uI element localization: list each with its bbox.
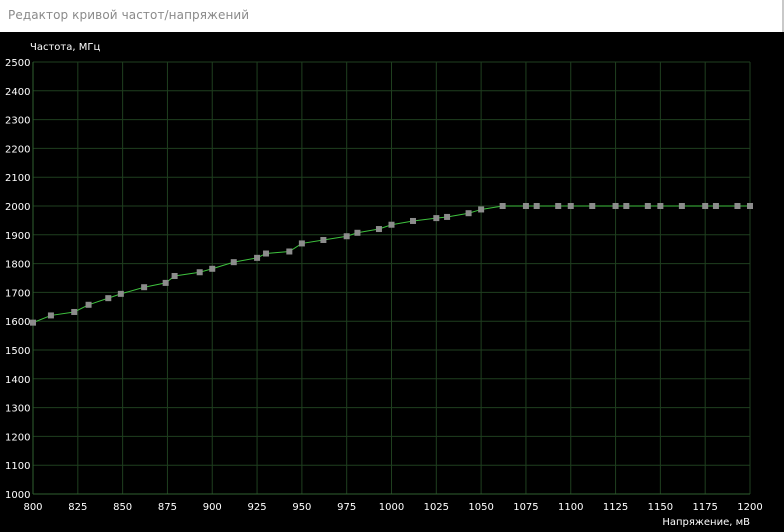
x-tick-label: 825 xyxy=(68,502,87,513)
y-tick-label: 2300 xyxy=(5,116,30,127)
curve-point[interactable] xyxy=(747,203,753,209)
x-tick-label: 850 xyxy=(113,502,132,513)
curve-point[interactable] xyxy=(734,203,741,209)
curve-point[interactable] xyxy=(555,203,562,209)
window-title: Редактор кривой частот/напряжений xyxy=(8,8,250,22)
x-tick-label: 925 xyxy=(248,502,267,513)
x-tick-label: 1075 xyxy=(513,502,538,513)
curve-point[interactable] xyxy=(589,203,596,209)
x-tick-label: 1150 xyxy=(648,502,673,513)
y-tick-label: 1000 xyxy=(5,490,30,501)
curve-point[interactable] xyxy=(478,206,485,213)
curve-point[interactable] xyxy=(320,236,327,243)
curve-point[interactable] xyxy=(105,295,112,302)
y-tick-label: 2500 xyxy=(5,58,30,69)
curve-point[interactable] xyxy=(71,308,78,315)
curve-point[interactable] xyxy=(209,265,216,272)
curve-point[interactable] xyxy=(47,312,54,319)
vf-curve-editor[interactable]: 1000 1100 1200 1300 1400 1500 1600 1700 1800 1900… xyxy=(0,32,784,528)
curve-point[interactable] xyxy=(298,240,305,247)
curve-point[interactable] xyxy=(117,290,124,297)
x-axis-label: Напряжение, мВ xyxy=(662,517,750,528)
curve-point[interactable] xyxy=(354,229,361,236)
y-tick-label: 2200 xyxy=(5,144,30,155)
y-tick-label: 2000 xyxy=(5,202,30,213)
y-tick-labels: 1000 1100 1200 1300 1400 1500 1600 1700 1800 1900… xyxy=(5,58,30,501)
curve-point[interactable] xyxy=(196,269,203,276)
x-tick-label: 900 xyxy=(203,502,222,513)
x-tick-label: 1025 xyxy=(424,502,449,513)
curve-point[interactable] xyxy=(343,233,350,240)
y-tick-label: 2400 xyxy=(5,87,30,98)
x-tick-label: 875 xyxy=(158,502,177,513)
curve-point[interactable] xyxy=(499,203,506,209)
curve-point[interactable] xyxy=(657,203,664,209)
grid-lines xyxy=(32,61,751,495)
curve-point[interactable] xyxy=(286,248,293,255)
curve-point[interactable] xyxy=(254,254,261,261)
curve-point[interactable] xyxy=(712,203,719,209)
y-tick-label: 2100 xyxy=(5,173,30,184)
x-tick-label: 975 xyxy=(337,502,356,513)
curve-point[interactable] xyxy=(30,319,36,326)
window-titlebar[interactable]: Редактор кривой частот/напряжений xyxy=(0,0,784,32)
y-tick-label: 1400 xyxy=(5,375,30,386)
curve-point[interactable] xyxy=(678,203,685,209)
y-tick-label: 1800 xyxy=(5,260,30,271)
y-tick-label: 1700 xyxy=(5,288,30,299)
y-tick-label: 1300 xyxy=(5,404,30,415)
x-tick-label: 1000 xyxy=(379,502,404,513)
curve-point[interactable] xyxy=(162,279,169,286)
x-tick-label: 1175 xyxy=(692,502,717,513)
y-tick-label: 1100 xyxy=(5,461,30,472)
curve-point[interactable] xyxy=(465,210,472,217)
y-tick-label: 1900 xyxy=(5,231,30,242)
curve-point[interactable] xyxy=(230,259,237,266)
curve-point[interactable] xyxy=(444,213,451,220)
x-tick-label: 1100 xyxy=(558,502,583,513)
curve-point[interactable] xyxy=(375,226,382,233)
curve-point[interactable] xyxy=(533,203,540,209)
x-tick-labels: 800 825 850 875 900 925 950 975 1000 1025 1050 1075… xyxy=(23,502,762,513)
x-tick-label: 1125 xyxy=(603,502,628,513)
curve-point[interactable] xyxy=(171,272,178,279)
curve-point[interactable] xyxy=(433,215,440,222)
curve-point[interactable] xyxy=(388,221,395,228)
curve-point[interactable] xyxy=(141,284,148,291)
y-tick-label: 1600 xyxy=(5,317,30,328)
curve-point[interactable] xyxy=(85,301,92,308)
vf-curve-chart[interactable]: 1000 1100 1200 1300 1400 1500 1600 1700 1800 1900… xyxy=(0,32,784,528)
curve-point[interactable] xyxy=(644,203,651,209)
y-tick-label: 1500 xyxy=(5,346,30,357)
curve-point[interactable] xyxy=(623,203,630,209)
curve-point[interactable] xyxy=(567,203,574,209)
curve-point[interactable] xyxy=(612,203,619,209)
curve-point[interactable] xyxy=(410,217,417,224)
y-axis-label: Частота, МГц xyxy=(30,42,100,53)
curve-point[interactable] xyxy=(522,203,529,209)
x-tick-label: 800 xyxy=(23,502,42,513)
x-tick-label: 1200 xyxy=(737,502,762,513)
x-tick-label: 950 xyxy=(292,502,311,513)
y-tick-label: 1200 xyxy=(5,432,30,443)
x-tick-label: 1050 xyxy=(468,502,493,513)
curve-point[interactable] xyxy=(702,203,709,209)
curve-point[interactable] xyxy=(263,250,270,257)
